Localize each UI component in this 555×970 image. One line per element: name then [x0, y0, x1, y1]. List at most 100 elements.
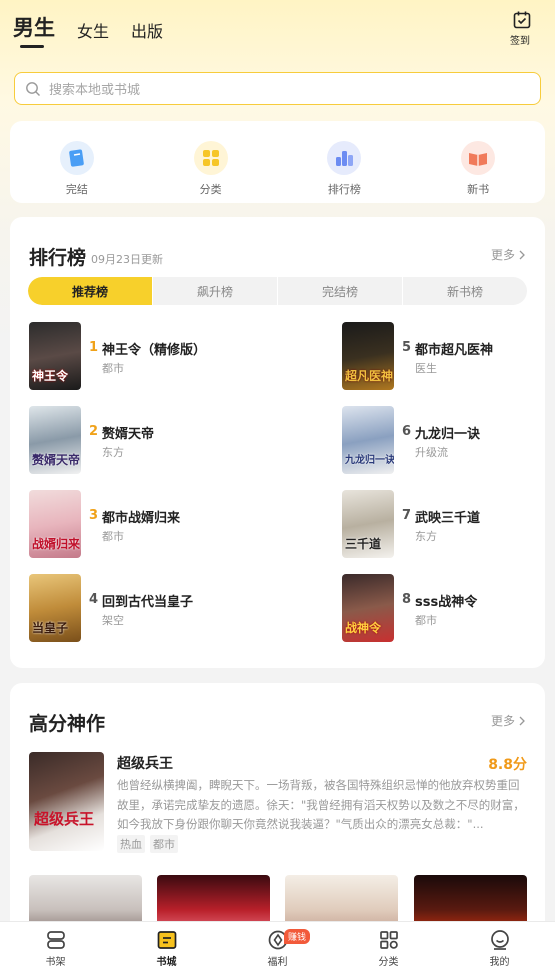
book-cover: 战神令	[342, 574, 394, 642]
book-tag: 架空	[102, 614, 124, 627]
rank-number: 1	[89, 340, 99, 355]
quick-link-ranking[interactable]: 排行榜	[314, 141, 374, 203]
book-cover: 当皇子	[29, 574, 81, 642]
quick-link-label: 新书	[467, 183, 490, 196]
cover-title: 当皇子	[32, 621, 69, 635]
ranking-item[interactable]: 三千道 7 武映三千道 东方	[342, 490, 555, 558]
checkin-label: 签到	[510, 36, 530, 47]
featured-book-cover[interactable]: 超级兵王	[29, 752, 104, 851]
ranking-item[interactable]: 九龙归一诀 6 九龙归一诀 升级流	[342, 406, 555, 474]
search-icon	[26, 81, 40, 96]
featured-book-description: 他曾经纵横捭阖，睥睨天下。一场背叛，被各国特殊组织忌惮的他放弃权势重回故里，承诺…	[117, 778, 525, 831]
tab-female[interactable]: 女生	[77, 18, 109, 42]
checkin-button[interactable]: 签到	[510, 10, 533, 47]
nav-label: 分类	[378, 957, 399, 968]
book-title: 回到古代当皇子	[102, 595, 194, 610]
book-cover: 神王令	[29, 322, 81, 390]
rank-number: 7	[402, 508, 412, 523]
rank-number: 6	[402, 424, 412, 439]
category-icon	[379, 931, 398, 949]
nav-label: 书城	[156, 957, 177, 968]
tab-rising[interactable]: 飙升榜	[153, 277, 278, 305]
featured-book-tags: 热血 都市	[117, 835, 183, 853]
book-tag: 升级流	[415, 446, 448, 459]
quick-link-label: 排行榜	[327, 183, 361, 196]
ranking-item[interactable]: 战神令 8 sss战神令 都市	[342, 574, 555, 642]
cover-title: 三千道	[345, 537, 382, 551]
rank-number: 8	[402, 592, 412, 607]
book-tag: 东方	[415, 530, 437, 543]
more-label: 更多	[490, 714, 515, 728]
welfare-badge: 赚钱	[284, 929, 311, 944]
profile-icon	[490, 930, 509, 950]
nav-bookstore[interactable]: 书城	[111, 922, 222, 970]
search-placeholder: 搜索本地或书城	[49, 83, 141, 98]
nav-label: 书架	[45, 957, 66, 968]
chevron-right-icon	[519, 250, 525, 259]
cover-title: 赘婿天帝	[32, 453, 81, 467]
featured-book-title[interactable]: 超级兵王	[117, 753, 173, 773]
book-title: 赘婿天帝	[102, 427, 155, 442]
quick-links: 完结 分类 排行榜 新书	[10, 121, 545, 203]
rank-number: 2	[89, 424, 99, 439]
tab-recommend[interactable]: 推荐榜	[28, 277, 153, 305]
search-input[interactable]: 搜索本地或书城	[14, 72, 541, 105]
bookshelf-icon	[46, 931, 65, 949]
cover-title: 超级兵王	[34, 810, 95, 828]
genre-tag[interactable]: 都市	[150, 835, 178, 853]
ranking-item[interactable]: 战婿归来 3 都市战婿归来 都市	[29, 490, 279, 558]
book-tag: 医生	[415, 362, 437, 375]
quick-link-newbook[interactable]: 新书	[448, 141, 508, 203]
book-title: 都市战婿归来	[102, 511, 181, 526]
quick-link-label: 分类	[199, 183, 222, 196]
book-tag: 都市	[415, 614, 437, 627]
cover-title: 超凡医神	[345, 369, 394, 383]
ranking-title: 排行榜	[29, 247, 87, 269]
rank-number: 4	[89, 592, 99, 607]
ranking-section: 排行榜 09月23日更新 更多 推荐榜 飙升榜 完结榜 新书榜 神王令 1 神王…	[10, 217, 545, 668]
book-tag: 都市	[102, 530, 124, 543]
chevron-right-icon	[519, 716, 525, 725]
ranking-updated: 09月23日更新	[91, 253, 163, 266]
tab-male[interactable]: 男生	[13, 12, 55, 48]
cover-title: 战神令	[345, 621, 382, 635]
ranking-item[interactable]: 超凡医神 5 都市超凡医神 医生	[342, 322, 555, 390]
nav-welfare[interactable]: 福利	[222, 922, 333, 970]
book-cover: 赘婿天帝	[29, 406, 81, 474]
ranking-item[interactable]: 赘婿天帝 2 赘婿天帝 东方	[29, 406, 279, 474]
book-title: 都市超凡医神	[415, 343, 494, 358]
tab-publish[interactable]: 出版	[131, 18, 163, 42]
book-title: sss战神令	[415, 595, 478, 610]
ranking-more-link[interactable]: 更多	[491, 246, 525, 263]
quick-link-completed[interactable]: 完结	[47, 141, 107, 203]
calendar-check-icon	[513, 11, 531, 29]
genre-tag[interactable]: 热血	[117, 835, 145, 853]
ranking-tabs: 推荐榜 飙升榜 完结榜 新书榜	[28, 277, 527, 305]
tab-finished[interactable]: 完结榜	[278, 277, 403, 305]
ranking-item[interactable]: 神王令 1 神王令（精修版） 都市	[29, 322, 279, 390]
nav-label: 我的	[489, 957, 510, 968]
book-title: 九龙归一诀	[415, 427, 481, 442]
bookstore-icon	[157, 931, 176, 949]
rank-number: 5	[402, 340, 412, 355]
book-icon	[59, 141, 94, 175]
tab-new[interactable]: 新书榜	[403, 277, 527, 305]
quick-link-category[interactable]: 分类	[181, 141, 241, 203]
rank-number: 3	[89, 508, 99, 523]
bar-chart-icon	[327, 141, 362, 175]
grid-icon	[193, 141, 228, 175]
nav-bookshelf[interactable]: 书架	[0, 922, 111, 970]
high-score-more-link[interactable]: 更多	[491, 712, 525, 729]
quick-link-label: 完结	[65, 183, 88, 196]
book-cover: 九龙归一诀	[342, 406, 394, 474]
bottom-navigation: 书架 书城 福利 分类 我的 赚钱	[0, 921, 555, 970]
cover-title: 九龙归一诀	[345, 455, 394, 466]
book-title: 武映三千道	[415, 511, 481, 526]
high-score-section: 高分神作 更多 超级兵王 超级兵王 8.8分 他曾经纵横捭阖，睥睨天下。一场背叛…	[10, 683, 545, 933]
ranking-item[interactable]: 当皇子 4 回到古代当皇子 架空	[29, 574, 279, 642]
book-tag: 都市	[102, 362, 124, 375]
high-score-title: 高分神作	[29, 713, 106, 735]
nav-category[interactable]: 分类	[333, 922, 444, 970]
nav-profile[interactable]: 我的	[444, 922, 555, 970]
book-cover: 战婿归来	[29, 490, 81, 558]
